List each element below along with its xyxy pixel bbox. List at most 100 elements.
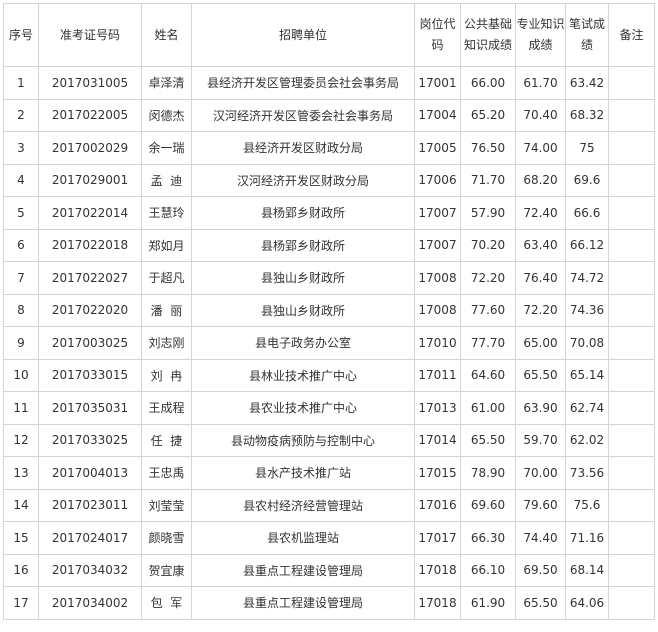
cell-written-score: 75.6 — [565, 488, 609, 522]
cell-prof-score: 70.40 — [515, 98, 566, 132]
results-table: 序号 准考证号码 姓名 招聘单位 岗位代码 公共基础知识成绩 专业知识成绩 笔试… — [3, 3, 655, 620]
cell-basic-score: 66.10 — [460, 553, 516, 587]
table-row: 2 2017022005 闵德杰 汉河经济开发区管委会社会事务局 17004 6… — [3, 98, 655, 132]
cell-basic-score: 61.90 — [460, 586, 516, 620]
cell-exam-no: 2017002029 — [38, 131, 142, 165]
cell-exam-no: 2017034002 — [38, 586, 142, 620]
cell-remark — [608, 196, 655, 230]
cell-written-score: 63.42 — [565, 66, 609, 100]
cell-unit: 县农村经济经营管理站 — [191, 488, 415, 522]
cell-written-score: 64.06 — [565, 586, 609, 620]
cell-remark — [608, 66, 655, 100]
cell-post-code: 17015 — [414, 456, 461, 490]
cell-basic-score: 69.60 — [460, 488, 516, 522]
header-basic-score: 公共基础知识成绩 — [460, 3, 516, 67]
cell-written-score: 65.14 — [565, 358, 609, 392]
cell-basic-score: 65.50 — [460, 423, 516, 457]
cell-seq: 11 — [3, 391, 39, 425]
cell-name: 余一瑞 — [141, 131, 192, 165]
cell-name: 卓泽清 — [141, 66, 192, 100]
cell-remark — [608, 98, 655, 132]
table-row: 10 2017033015 刘 冉 县林业技术推广中心 17011 64.60 … — [3, 358, 655, 392]
cell-exam-no: 2017024017 — [38, 521, 142, 555]
cell-name: 王忠禹 — [141, 456, 192, 490]
cell-name: 王成程 — [141, 391, 192, 425]
cell-remark — [608, 553, 655, 587]
cell-seq: 3 — [3, 131, 39, 165]
cell-written-score: 75 — [565, 131, 609, 165]
table-row: 9 2017003025 刘志刚 县电子政务办公室 17010 77.70 65… — [3, 326, 655, 360]
header-row: 序号 准考证号码 姓名 招聘单位 岗位代码 公共基础知识成绩 专业知识成绩 笔试… — [3, 3, 655, 67]
cell-remark — [608, 131, 655, 165]
table-row: 7 2017022027 于超凡 县独山乡财政所 17008 72.20 76.… — [3, 261, 655, 295]
cell-unit: 汉河经济开发区财政分局 — [191, 163, 415, 197]
cell-basic-score: 64.60 — [460, 358, 516, 392]
cell-basic-score: 66.30 — [460, 521, 516, 555]
cell-remark — [608, 488, 655, 522]
header-remark: 备注 — [608, 3, 655, 67]
cell-exam-no: 2017004013 — [38, 456, 142, 490]
cell-name: 任 捷 — [141, 423, 192, 457]
cell-written-score: 74.72 — [565, 261, 609, 295]
cell-remark — [608, 456, 655, 490]
cell-exam-no: 2017023011 — [38, 488, 142, 522]
cell-exam-no: 2017003025 — [38, 326, 142, 360]
cell-seq: 4 — [3, 163, 39, 197]
cell-post-code: 17007 — [414, 196, 461, 230]
cell-unit: 县重点工程建设管理局 — [191, 586, 415, 620]
cell-name: 包 军 — [141, 586, 192, 620]
cell-basic-score: 65.20 — [460, 98, 516, 132]
table-row: 11 2017035031 王成程 县农业技术推广中心 17013 61.00 … — [3, 391, 655, 425]
cell-post-code: 17001 — [414, 66, 461, 100]
cell-prof-score: 65.00 — [515, 326, 566, 360]
table-row: 13 2017004013 王忠禹 县水产技术推广站 17015 78.90 7… — [3, 456, 655, 490]
cell-prof-score: 68.20 — [515, 163, 566, 197]
cell-prof-score: 70.00 — [515, 456, 566, 490]
cell-seq: 5 — [3, 196, 39, 230]
cell-remark — [608, 293, 655, 327]
cell-post-code: 17008 — [414, 293, 461, 327]
cell-written-score: 68.32 — [565, 98, 609, 132]
cell-remark — [608, 228, 655, 262]
cell-unit: 县经济开发区管理委员会社会事务局 — [191, 66, 415, 100]
cell-exam-no: 2017022020 — [38, 293, 142, 327]
table-row: 8 2017022020 潘 丽 县独山乡财政所 17008 77.60 72.… — [3, 293, 655, 327]
cell-seq: 16 — [3, 553, 39, 587]
cell-name: 刘 冉 — [141, 358, 192, 392]
cell-seq: 6 — [3, 228, 39, 262]
cell-post-code: 17018 — [414, 553, 461, 587]
cell-unit: 县独山乡财政所 — [191, 293, 415, 327]
cell-written-score: 74.36 — [565, 293, 609, 327]
table-row: 14 2017023011 刘莹莹 县农村经济经营管理站 17016 69.60… — [3, 488, 655, 522]
cell-name: 孟 迪 — [141, 163, 192, 197]
cell-basic-score: 77.60 — [460, 293, 516, 327]
cell-unit: 县独山乡财政所 — [191, 261, 415, 295]
cell-post-code: 17005 — [414, 131, 461, 165]
header-prof-score: 专业知识成绩 — [515, 3, 566, 67]
cell-seq: 2 — [3, 98, 39, 132]
cell-written-score: 68.14 — [565, 553, 609, 587]
cell-post-code: 17018 — [414, 586, 461, 620]
table-row: 3 2017002029 余一瑞 县经济开发区财政分局 17005 76.50 … — [3, 131, 655, 165]
cell-name: 闵德杰 — [141, 98, 192, 132]
cell-basic-score: 66.00 — [460, 66, 516, 100]
cell-prof-score: 65.50 — [515, 358, 566, 392]
cell-written-score: 71.16 — [565, 521, 609, 555]
cell-unit: 县杨郢乡财政所 — [191, 228, 415, 262]
cell-exam-no: 2017022005 — [38, 98, 142, 132]
cell-basic-score: 78.90 — [460, 456, 516, 490]
cell-exam-no: 2017035031 — [38, 391, 142, 425]
cell-prof-score: 79.60 — [515, 488, 566, 522]
cell-written-score: 66.6 — [565, 196, 609, 230]
table-row: 17 2017034002 包 军 县重点工程建设管理局 17018 61.90… — [3, 586, 655, 620]
table-row: 16 2017034032 贺宜康 县重点工程建设管理局 17018 66.10… — [3, 553, 655, 587]
cell-basic-score: 76.50 — [460, 131, 516, 165]
cell-remark — [608, 521, 655, 555]
cell-seq: 12 — [3, 423, 39, 457]
header-name: 姓名 — [141, 3, 192, 67]
table-row: 12 2017033025 任 捷 县动物疫病预防与控制中心 17014 65.… — [3, 423, 655, 457]
cell-exam-no: 2017034032 — [38, 553, 142, 587]
cell-post-code: 17011 — [414, 358, 461, 392]
header-seq: 序号 — [3, 3, 39, 67]
cell-seq: 17 — [3, 586, 39, 620]
